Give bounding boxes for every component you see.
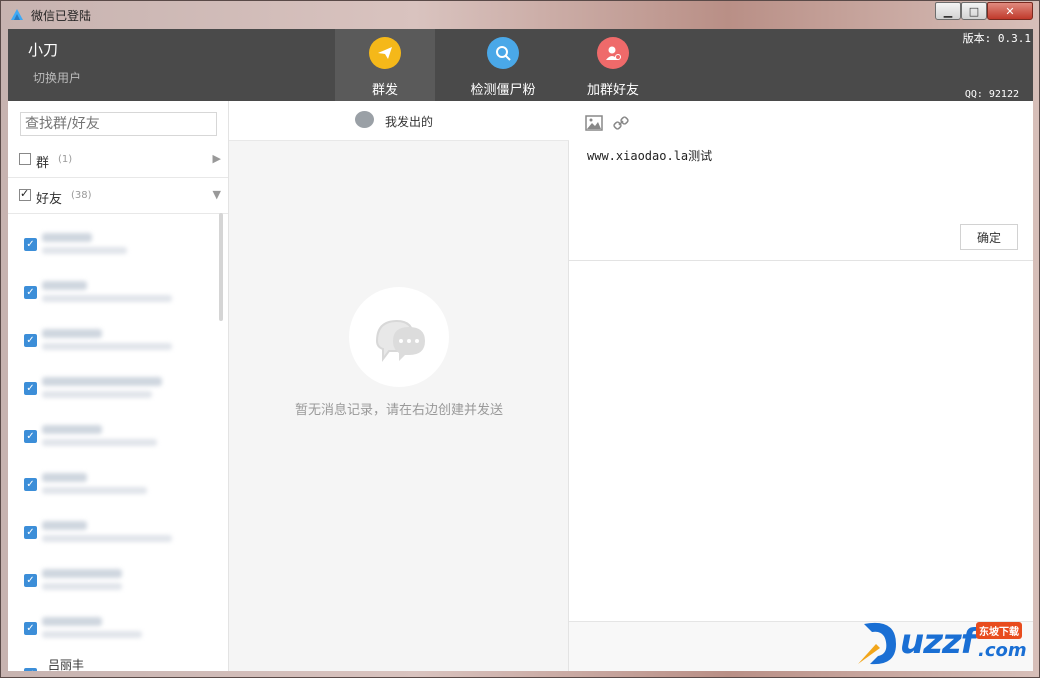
empty-chat-icon [349,287,449,387]
collapse-arrow-icon[interactable]: ▼ [213,188,221,201]
nav-mass-send[interactable]: 群发 [335,29,435,101]
checkbox-checked-icon[interactable]: ✓ [24,668,37,671]
nav-label: 检测僵尸粉 [470,83,536,98]
checkbox-checked-icon[interactable]: ✓ [24,478,37,491]
compose-pane: www.xiaodao.la测试 确定 [569,101,1033,671]
checkbox-checked-icon[interactable]: ✓ [24,430,37,443]
scrollbar[interactable] [219,213,223,321]
friend-label: 好友 [36,192,63,207]
friend-row[interactable]: ✓ [8,274,218,322]
friend-row[interactable]: ✓ [8,514,218,562]
history-pane: 我发出的 暂无消息记录，请在右边创建并发送 [229,101,569,671]
version-label: 版本: 0.3.1 [962,32,1031,45]
friend-row[interactable]: ✓ [8,226,218,274]
title-bar: 微信已登陆 ▁ □ ✕ [1,1,1039,29]
friend-count: (38) [71,190,92,201]
compose-toolbar [585,115,629,131]
friend-row[interactable]: ✓ [8,370,218,418]
app-icon [11,9,23,20]
message-input[interactable]: www.xiaodao.la测试 [587,147,712,164]
checkbox-checked-icon[interactable]: ✓ [24,526,37,539]
app-body: 小刀 切换用户 群发 检测僵尸粉 加群好友 版本: 0.3.1 QQ: 9212… [8,29,1033,671]
checkbox-checked-icon[interactable]: ✓ [24,574,37,587]
username: 小刀 [28,41,59,59]
group-section[interactable]: 群 (1) ▶ [8,142,228,178]
link-icon[interactable] [613,115,629,131]
checkbox-checked-icon[interactable]: ✓ [24,286,37,299]
search-input[interactable] [20,112,217,136]
nav-label: 群发 [371,83,398,98]
checkbox-checked-icon[interactable]: ✓ [24,382,37,395]
divider [569,260,1033,261]
image-icon[interactable] [585,115,603,131]
nav-detect-zombie[interactable]: 检测僵尸粉 [448,29,558,101]
minimize-button[interactable]: ▁ [935,2,961,20]
watermark-tag: 东坡下载 [976,622,1022,639]
history-header: 我发出的 [229,101,569,141]
empty-message: 暂无消息记录，请在右边创建并发送 [294,403,503,418]
send-icon [369,37,401,69]
detect-icon [487,37,519,69]
top-bar: 小刀 切换用户 群发 检测僵尸粉 加群好友 版本: 0.3.1 QQ: 9212… [8,29,1033,101]
qq-label: QQ: 92122 [964,89,1019,100]
group-count: (1) [58,154,73,165]
main-window: 微信已登陆 ▁ □ ✕ 小刀 切换用户 群发 检测僵尸粉 加群好友 版本: 0.… [0,0,1040,678]
watermark-text: uzzf [900,622,976,662]
history-title: 我发出的 [385,115,434,129]
expand-arrow-icon[interactable]: ▶ [213,152,221,165]
confirm-button[interactable]: 确定 [960,224,1018,250]
friend-row[interactable]: ✓ [8,466,218,514]
friend-row[interactable]: ✓ [8,322,218,370]
friend-checkbox[interactable] [19,187,31,201]
friend-row[interactable]: ✓ [8,562,218,610]
checkbox-checked-icon[interactable]: ✓ [24,238,37,251]
window-title: 微信已登陆 [31,9,92,23]
group-checkbox[interactable] [19,153,31,165]
add-friend-icon [597,37,629,69]
checkbox-checked-icon[interactable]: ✓ [24,622,37,635]
watermark-logo: uzzf 东坡下载 .com [856,618,1036,670]
friend-name: 吕丽丰 [48,658,85,671]
close-button[interactable]: ✕ [987,2,1033,20]
nav-add-group-friends[interactable]: 加群好友 [563,29,663,101]
watermark-suffix: .com [978,640,1027,661]
friend-row[interactable]: ✓ 吕丽丰 [8,656,218,671]
friend-section[interactable]: 好友 (38) ▼ [8,178,228,214]
window-controls: ▁ □ ✕ [935,2,1033,20]
friend-row[interactable]: ✓ [8,610,218,658]
friend-row[interactable]: ✓ [8,418,218,466]
chat-bubble-icon [355,111,374,128]
group-label: 群 [36,156,50,171]
checkbox-checked-icon[interactable]: ✓ [24,334,37,347]
maximize-button[interactable]: □ [961,2,987,20]
contact-pane: 群 (1) ▶ 好友 (38) ▼ ✓ ✓ ✓ ✓ ✓ ✓ ✓ ✓ ✓ ✓ 吕丽丰 [8,101,229,671]
switch-user-link[interactable]: 切换用户 [33,69,81,86]
nav-label: 加群好友 [586,83,639,98]
